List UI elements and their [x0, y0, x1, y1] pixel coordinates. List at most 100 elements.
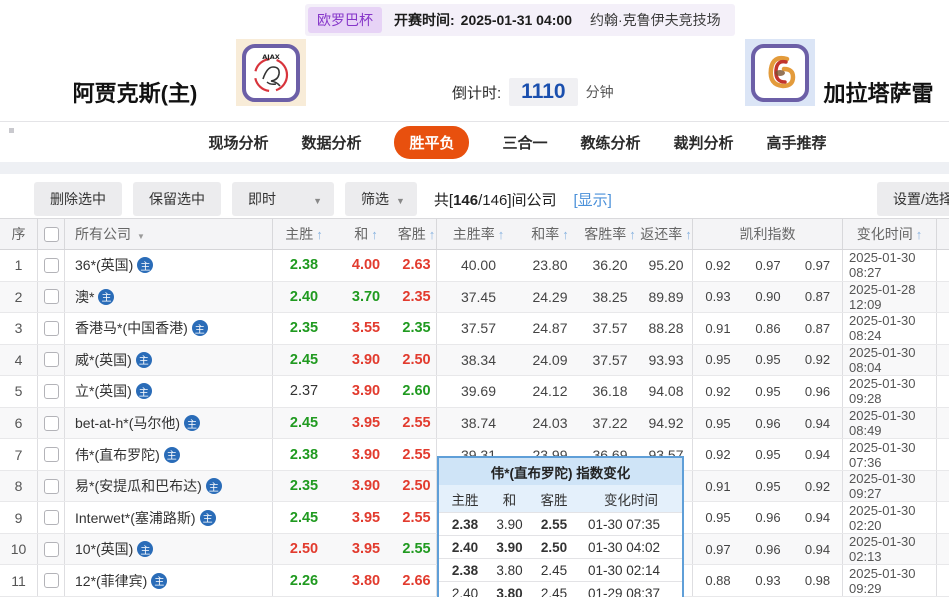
popup-change-time: 01-30 02:14: [580, 559, 682, 581]
analysis-tab[interactable]: 高手推荐: [767, 132, 827, 153]
header-home-win[interactable]: 主胜: [273, 219, 335, 249]
venue-name: 约翰·克鲁伊夫竞技场: [590, 10, 721, 30]
away-win-odds[interactable]: 2.55: [397, 534, 437, 565]
analysis-tab[interactable]: 现场分析: [208, 132, 268, 153]
header-home-win-rate[interactable]: 主胜率: [437, 219, 520, 249]
popup-header-draw: 和: [491, 485, 528, 512]
row-checkbox[interactable]: [44, 289, 59, 304]
draw-rate: 24.87: [520, 313, 580, 344]
draw-rate: 23.80: [520, 250, 580, 281]
home-win-odds[interactable]: 2.40: [273, 282, 335, 313]
show-hidden-link[interactable]: [显示]: [574, 189, 612, 210]
draw-odds[interactable]: 3.80: [335, 565, 397, 596]
header-draw[interactable]: 和: [335, 219, 397, 249]
away-win-rate: 38.25: [580, 282, 640, 313]
company-cell[interactable]: Interwet*(塞浦路斯)主: [65, 502, 273, 533]
away-win-odds[interactable]: 2.55: [397, 502, 437, 533]
company-cell[interactable]: 威*(英国)主: [65, 345, 273, 376]
row-checkbox-cell: [38, 250, 65, 281]
header-select-all: [38, 219, 65, 249]
keep-selected-button[interactable]: 保留选中: [133, 182, 221, 216]
row-index: 1: [0, 250, 38, 281]
draw-odds[interactable]: 3.90: [335, 471, 397, 502]
analysis-tab[interactable]: 裁判分析: [674, 132, 734, 153]
row-checkbox[interactable]: [44, 258, 59, 273]
company-cell[interactable]: 12*(菲律宾)主: [65, 565, 273, 596]
row-checkbox[interactable]: [44, 573, 59, 588]
home-win-odds[interactable]: 2.50: [273, 534, 335, 565]
analysis-tab[interactable]: 胜平负: [394, 126, 469, 159]
header-company[interactable]: 所有公司: [65, 219, 273, 249]
kelly-home: 0.93: [693, 282, 743, 313]
away-win-odds[interactable]: 2.55: [397, 439, 437, 470]
home-win-odds[interactable]: 2.26: [273, 565, 335, 596]
instant-odds-dropdown[interactable]: 即时: [232, 182, 334, 216]
home-win-odds[interactable]: 2.35: [273, 313, 335, 344]
header-payout-rate[interactable]: 返还率: [640, 219, 693, 249]
home-win-odds[interactable]: 2.37: [273, 376, 335, 407]
home-win-odds[interactable]: 2.38: [273, 439, 335, 470]
row-index: 9: [0, 502, 38, 533]
draw-odds[interactable]: 3.90: [335, 376, 397, 407]
popup-header-row: 主胜 和 客胜 变化时间: [439, 485, 682, 512]
delete-selected-button[interactable]: 删除选中: [34, 182, 122, 216]
away-win-odds[interactable]: 2.35: [397, 313, 437, 344]
row-checkbox[interactable]: [44, 542, 59, 557]
settings-select-button[interactable]: 设置/选择: [877, 182, 949, 216]
filter-dropdown[interactable]: 筛选: [345, 182, 417, 216]
away-win-odds[interactable]: 2.60: [397, 376, 437, 407]
company-cell[interactable]: 易*(安提瓜和巴布达)主: [65, 471, 273, 502]
home-win-odds[interactable]: 2.45: [273, 345, 335, 376]
select-all-checkbox[interactable]: [44, 227, 59, 242]
company-cell[interactable]: 10*(英国)主: [65, 534, 273, 565]
row-extra-sliver: [937, 250, 949, 281]
row-checkbox[interactable]: [44, 479, 59, 494]
home-win-odds[interactable]: 2.45: [273, 502, 335, 533]
draw-odds[interactable]: 3.90: [335, 439, 397, 470]
company-cell[interactable]: bet-at-h*(马尔他)主: [65, 408, 273, 439]
away-win-odds[interactable]: 2.50: [397, 345, 437, 376]
draw-odds[interactable]: 3.95: [335, 502, 397, 533]
row-checkbox[interactable]: [44, 510, 59, 525]
row-checkbox[interactable]: [44, 416, 59, 431]
row-checkbox[interactable]: [44, 352, 59, 367]
home-win-rate: 37.45: [437, 282, 520, 313]
home-win-odds[interactable]: 2.45: [273, 408, 335, 439]
sort-asc-icon: [626, 226, 636, 242]
row-checkbox-cell: [38, 439, 65, 470]
company-cell[interactable]: 澳*主: [65, 282, 273, 313]
header-change-time[interactable]: 变化时间: [843, 219, 937, 249]
draw-odds[interactable]: 3.55: [335, 313, 397, 344]
draw-odds[interactable]: 4.00: [335, 250, 397, 281]
analysis-tab[interactable]: 教练分析: [581, 132, 641, 153]
row-checkbox[interactable]: [44, 447, 59, 462]
kelly-draw: 0.95: [743, 471, 793, 502]
analysis-tab[interactable]: 三合一: [502, 132, 547, 153]
company-cell[interactable]: 立*(英国)主: [65, 376, 273, 407]
home-win-odds[interactable]: 2.38: [273, 250, 335, 281]
away-win-odds[interactable]: 2.50: [397, 471, 437, 502]
popup-away-odds: 2.50: [528, 536, 580, 558]
company-cell[interactable]: 伟*(直布罗陀)主: [65, 439, 273, 470]
company-name: 威*(英国): [75, 350, 132, 370]
draw-odds[interactable]: 3.70: [335, 282, 397, 313]
header-away-win[interactable]: 客胜: [397, 219, 437, 249]
popup-draw-odds: 3.90: [491, 536, 528, 558]
header-away-win-rate[interactable]: 客胜率: [580, 219, 640, 249]
row-checkbox[interactable]: [44, 384, 59, 399]
away-win-odds[interactable]: 2.55: [397, 408, 437, 439]
row-checkbox[interactable]: [44, 321, 59, 336]
away-win-odds[interactable]: 2.63: [397, 250, 437, 281]
draw-odds[interactable]: 3.95: [335, 534, 397, 565]
away-win-odds[interactable]: 2.35: [397, 282, 437, 313]
draw-odds[interactable]: 3.95: [335, 408, 397, 439]
kelly-draw: 0.96: [743, 502, 793, 533]
analysis-tab[interactable]: 数据分析: [301, 132, 361, 153]
company-cell[interactable]: 香港马*(中国香港)主: [65, 313, 273, 344]
kelly-draw: 0.95: [743, 345, 793, 376]
company-cell[interactable]: 36*(英国)主: [65, 250, 273, 281]
away-win-odds[interactable]: 2.66: [397, 565, 437, 596]
header-draw-rate[interactable]: 和率: [520, 219, 580, 249]
home-win-odds[interactable]: 2.35: [273, 471, 335, 502]
draw-odds[interactable]: 3.90: [335, 345, 397, 376]
